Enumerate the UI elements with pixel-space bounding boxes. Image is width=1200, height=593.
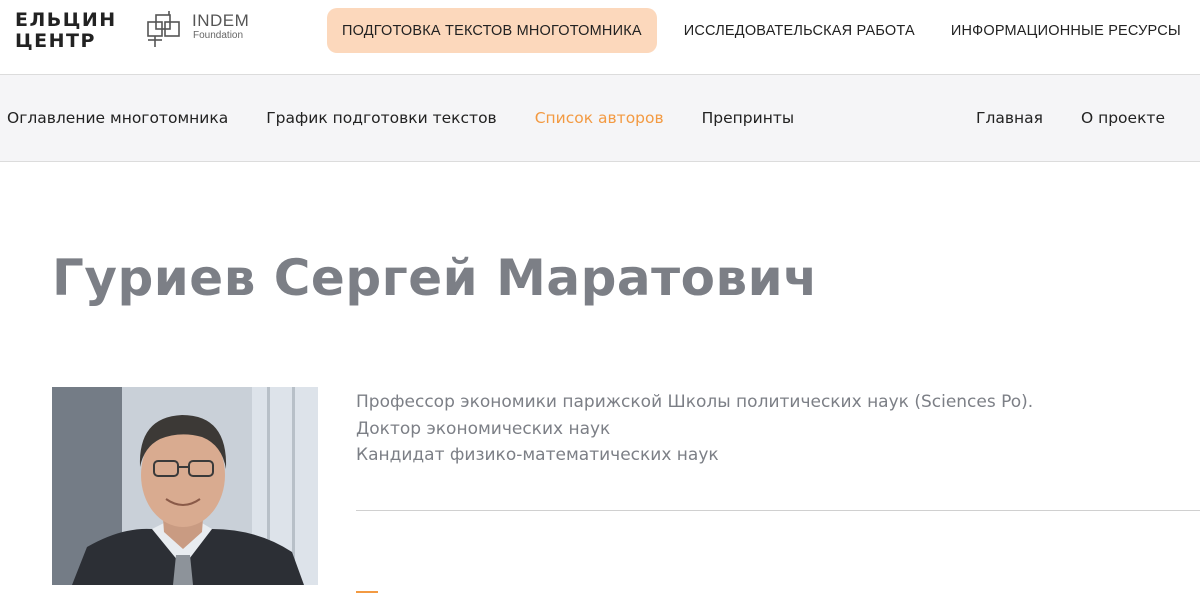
subnav-home[interactable]: Главная (976, 109, 1043, 127)
bio-line-degree: Доктор экономических наук (356, 418, 611, 439)
secondary-nav-left: Оглавление многотомника График подготовк… (7, 75, 832, 161)
content-divider (356, 510, 1200, 511)
bio-line-position: Профессор экономики парижской Школы поли… (356, 392, 1034, 412)
author-bio: Профессор экономики парижской Школы поли… (356, 389, 1033, 469)
indem-subtitle: Foundation (193, 30, 244, 41)
subnav-preprints[interactable]: Препринты (702, 109, 794, 127)
nav-texts-preparation[interactable]: ПОДГОТОВКА ТЕКСТОВ МНОГОТОМНИКА (327, 8, 657, 53)
logo-line-2: ЦЕНТР (15, 30, 96, 52)
logo-line-1: ЕЛЬЦИН (15, 9, 117, 31)
subnav-authors-list[interactable]: Список авторов (535, 109, 664, 127)
yeltsin-center-logo[interactable]: ЕЛЬЦИН ЦЕНТР (15, 10, 117, 52)
indem-title: INDEM (192, 11, 250, 30)
main-nav: ПОДГОТОВКА ТЕКСТОВ МНОГОТОМНИКА ИССЛЕДОВ… (327, 8, 1196, 53)
portrait-illustration (52, 387, 318, 585)
nav-info-resources[interactable]: ИНФОРМАЦИОННЫЕ РЕСУРСЫ (936, 8, 1196, 53)
author-name-title: Гуриев Сергей Маратович (52, 249, 818, 307)
secondary-nav: Оглавление многотомника График подготовк… (0, 75, 1200, 162)
bio-line-candidate: Кандидат физико-математических наук (356, 445, 719, 465)
subnav-table-of-contents[interactable]: Оглавление многотомника (7, 109, 228, 127)
subnav-about[interactable]: О проекте (1081, 109, 1165, 127)
author-photo (52, 387, 318, 585)
nav-research[interactable]: ИССЛЕДОВАТЕЛЬСКАЯ РАБОТА (669, 8, 930, 53)
indem-foundation-logo[interactable]: INDEM Foundation (145, 10, 255, 52)
top-header: ЕЛЬЦИН ЦЕНТР INDEM Foundation ПОДГОТОВКА… (0, 0, 1200, 75)
secondary-nav-right: Главная О проекте (938, 75, 1165, 161)
indem-logo-icon (147, 11, 180, 47)
subnav-schedule[interactable]: График подготовки текстов (266, 109, 496, 127)
